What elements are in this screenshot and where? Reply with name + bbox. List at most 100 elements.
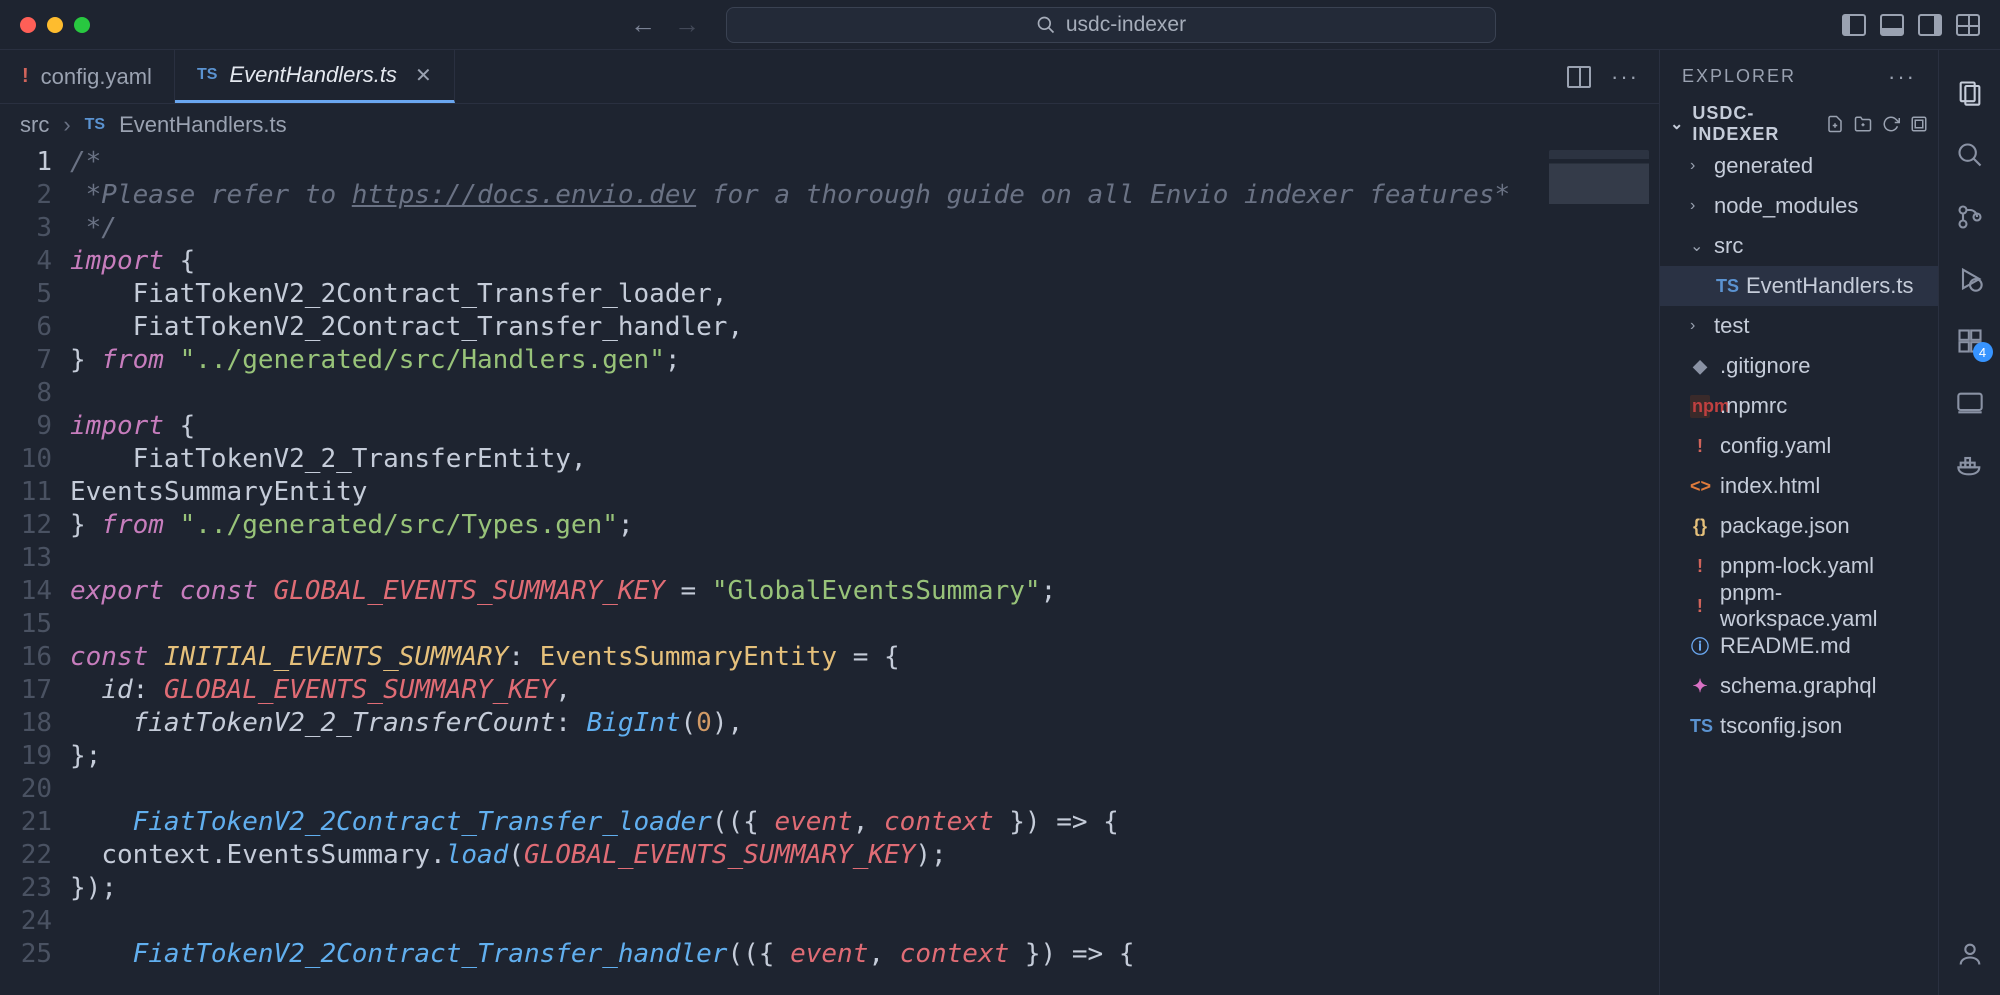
file-README.md[interactable]: ⓘREADME.md — [1660, 626, 1938, 666]
file-index.html[interactable]: <>index.html — [1660, 466, 1938, 506]
code-line[interactable] — [70, 542, 1659, 575]
search-activity-icon[interactable] — [1953, 138, 1987, 172]
tree-item-label: .npmrc — [1720, 393, 1787, 419]
code-line[interactable]: FiatTokenV2_2Contract_Transfer_handler((… — [70, 938, 1659, 971]
code-line[interactable]: /* — [70, 146, 1659, 179]
command-center-label: usdc-indexer — [1066, 13, 1186, 37]
code-editor[interactable]: 1234567891011121314151617181920212223242… — [0, 146, 1659, 995]
file-schema.graphql[interactable]: ✦schema.graphql — [1660, 666, 1938, 706]
explorer-activity-icon[interactable] — [1953, 76, 1987, 110]
code-line[interactable]: FiatTokenV2_2Contract_Transfer_handler, — [70, 311, 1659, 344]
editor-tabs: ! config.yaml TS EventHandlers.ts ✕ ··· — [0, 50, 1659, 104]
new-folder-icon[interactable] — [1854, 115, 1872, 133]
code-line[interactable]: } from "../generated/src/Types.gen"; — [70, 509, 1659, 542]
titlebar: ← → usdc-indexer — [0, 0, 2000, 50]
maximize-window[interactable] — [74, 17, 90, 33]
line-number: 24 — [0, 905, 52, 938]
code-line[interactable]: id: GLOBAL_EVENTS_SUMMARY_KEY, — [70, 674, 1659, 707]
project-header[interactable]: ⌄ USDC-INDEXER — [1660, 104, 1938, 144]
new-file-icon[interactable] — [1826, 115, 1844, 133]
back-button[interactable]: ← — [630, 9, 656, 40]
accounts-activity-icon[interactable] — [1953, 937, 1987, 971]
line-number: 21 — [0, 806, 52, 839]
code-line[interactable]: *Please refer to https://docs.envio.dev … — [70, 179, 1659, 212]
file-.gitignore[interactable]: ◆.gitignore — [1660, 346, 1938, 386]
code-line[interactable] — [70, 773, 1659, 806]
run-debug-activity-icon[interactable] — [1953, 262, 1987, 296]
file-icon: npm — [1690, 395, 1710, 418]
code-line[interactable]: fiatTokenV2_2_TransferCount: BigInt(0), — [70, 707, 1659, 740]
breadcrumb-part[interactable]: src — [20, 112, 49, 138]
tab-config-yaml[interactable]: ! config.yaml — [0, 50, 175, 103]
line-number: 8 — [0, 377, 52, 410]
tab-label: EventHandlers.ts — [229, 62, 397, 88]
tree-item-label: README.md — [1720, 633, 1851, 659]
line-number: 20 — [0, 773, 52, 806]
extensions-activity-icon[interactable] — [1953, 324, 1987, 358]
tree-item-label: schema.graphql — [1720, 673, 1877, 699]
code-line[interactable]: FiatTokenV2_2Contract_Transfer_loader(({… — [70, 806, 1659, 839]
code-line[interactable] — [70, 905, 1659, 938]
code-line[interactable] — [70, 608, 1659, 641]
line-number: 18 — [0, 707, 52, 740]
code-line[interactable]: FiatTokenV2_2Contract_Transfer_loader, — [70, 278, 1659, 311]
refresh-icon[interactable] — [1882, 115, 1900, 133]
customize-layout-icon[interactable] — [1956, 14, 1980, 36]
breadcrumb[interactable]: src › TS EventHandlers.ts — [0, 104, 1659, 146]
line-number: 22 — [0, 839, 52, 872]
code-line[interactable]: import { — [70, 410, 1659, 443]
close-tab-icon[interactable]: ✕ — [415, 63, 432, 88]
tree-item-label: pnpm-workspace.yaml — [1720, 580, 1938, 632]
file-pnpm-workspace.yaml[interactable]: !pnpm-workspace.yaml — [1660, 586, 1938, 626]
code-line[interactable]: const INITIAL_EVENTS_SUMMARY: EventsSumm… — [70, 641, 1659, 674]
code-line[interactable]: FiatTokenV2_2_TransferEntity, — [70, 443, 1659, 476]
file-config.yaml[interactable]: !config.yaml — [1660, 426, 1938, 466]
toggle-secondary-sidebar-icon[interactable] — [1918, 14, 1942, 36]
code-line[interactable] — [70, 377, 1659, 410]
code-line[interactable]: export const GLOBAL_EVENTS_SUMMARY_KEY =… — [70, 575, 1659, 608]
file-package.json[interactable]: {}package.json — [1660, 506, 1938, 546]
forward-button[interactable]: → — [674, 9, 700, 40]
code-line[interactable]: }); — [70, 872, 1659, 905]
code-line[interactable]: import { — [70, 245, 1659, 278]
collapse-icon[interactable] — [1910, 115, 1928, 133]
breadcrumb-part[interactable]: EventHandlers.ts — [119, 112, 287, 138]
more-actions-icon[interactable]: ··· — [1611, 64, 1639, 90]
folder-node_modules[interactable]: ›node_modules — [1660, 186, 1938, 226]
code-line[interactable]: */ — [70, 212, 1659, 245]
file-.npmrc[interactable]: npm .npmrc — [1660, 386, 1938, 426]
code-line[interactable]: EventsSummaryEntity — [70, 476, 1659, 509]
source-control-activity-icon[interactable] — [1953, 200, 1987, 234]
ts-icon: TS — [197, 66, 217, 84]
code-line[interactable]: context.EventsSummary.load(GLOBAL_EVENTS… — [70, 839, 1659, 872]
tab-eventhandlers-ts[interactable]: TS EventHandlers.ts ✕ — [175, 50, 455, 103]
tree-item-label: tsconfig.json — [1720, 713, 1842, 739]
code-line[interactable]: } from "../generated/src/Handlers.gen"; — [70, 344, 1659, 377]
close-window[interactable] — [20, 17, 36, 33]
file-EventHandlers.ts[interactable]: TSEventHandlers.ts — [1660, 266, 1938, 306]
toggle-panel-icon[interactable] — [1880, 14, 1904, 36]
tree-item-label: test — [1714, 313, 1749, 339]
folder-src[interactable]: ⌄src — [1660, 226, 1938, 266]
file-tsconfig.json[interactable]: TStsconfig.json — [1660, 706, 1938, 746]
folder-generated[interactable]: ›generated — [1660, 146, 1938, 186]
remote-activity-icon[interactable] — [1953, 386, 1987, 420]
file-icon: ! — [1690, 436, 1710, 457]
line-number: 23 — [0, 872, 52, 905]
tree-item-label: index.html — [1720, 473, 1820, 499]
minimap[interactable] — [1549, 150, 1649, 240]
explorer-more-icon[interactable]: ··· — [1888, 64, 1916, 90]
toggle-primary-sidebar-icon[interactable] — [1842, 14, 1866, 36]
line-number: 11 — [0, 476, 52, 509]
line-number: 6 — [0, 311, 52, 344]
split-editor-icon[interactable] — [1567, 66, 1591, 88]
code-line[interactable]: }; — [70, 740, 1659, 773]
docker-activity-icon[interactable] — [1953, 448, 1987, 482]
code-content[interactable]: /* *Please refer to https://docs.envio.d… — [70, 146, 1659, 995]
folder-test[interactable]: ›test — [1660, 306, 1938, 346]
explorer-header: EXPLORER ··· — [1660, 50, 1938, 104]
ts-icon: TS — [85, 116, 105, 134]
minimize-window[interactable] — [47, 17, 63, 33]
tree-item-label: pnpm-lock.yaml — [1720, 553, 1874, 579]
command-center[interactable]: usdc-indexer — [726, 7, 1496, 43]
